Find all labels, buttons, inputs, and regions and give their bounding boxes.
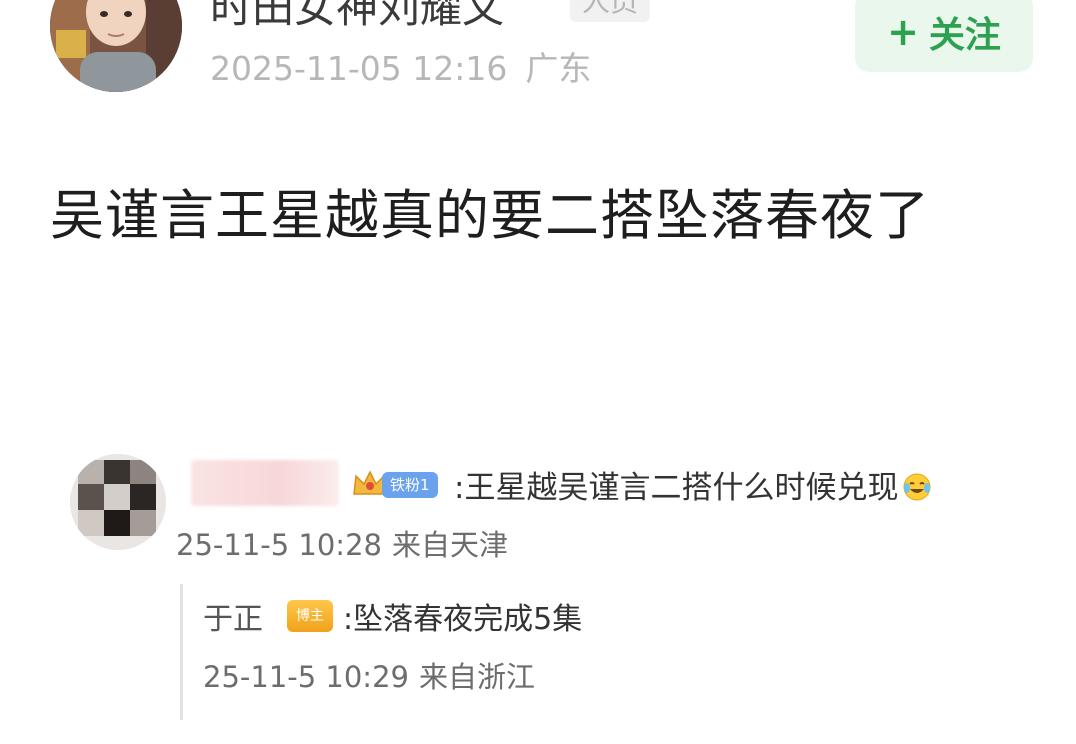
reply-timestamp: 25-11-5 10:29 (203, 660, 409, 694)
post-text: 吴谨言王星越真的要二搭坠落春夜了 (50, 184, 930, 247)
comment-text-content: :王星越吴谨言二搭什么时候兑现 (454, 470, 899, 506)
reply-meta: 25-11-5 10:29 来自浙江 (203, 654, 535, 696)
embedded-comment-screenshot: 铁粉1 :王星越吴谨言二搭什么时候兑现 25-11-5 10:28 来自天津 于正… (66, 434, 1026, 744)
verified-badge: 人员 (570, 0, 651, 22)
author-badge: 博主 (287, 600, 333, 632)
reply-author-name: 于正 (203, 602, 263, 637)
commenter-avatar (70, 454, 166, 550)
fan-level-badge: 铁粉1 (382, 472, 438, 498)
reply-block: 于正 博主 :坠落春夜完成5集 25-11-5 10:29 来自浙江 (180, 584, 1003, 720)
post-timestamp: 2025-11-05 12:16 (210, 49, 508, 88)
commenter-name-blurred (191, 460, 339, 506)
reply-location: 来自浙江 (418, 660, 535, 694)
post-header: 时田女神刘耀文 人员 2025-11-05 12:16 广东 + 关注 (0, 0, 1076, 110)
author-avatar[interactable] (50, 0, 182, 92)
author-name[interactable]: 时田女神刘耀文 (210, 0, 504, 35)
follow-button[interactable]: + 关注 (855, 0, 1033, 72)
comment-meta: 25-11-5 10:28 来自天津 (176, 522, 508, 564)
plus-icon: + (887, 10, 919, 54)
post-location: 广东 (525, 49, 592, 88)
comment-timestamp: 25-11-5 10:28 (176, 528, 382, 562)
mosaic-avatar-icon (70, 454, 166, 550)
avatar-photo (50, 0, 182, 92)
post-meta: 2025-11-05 12:16 广东 (210, 42, 591, 90)
reply-text: :坠落春夜完成5集 (343, 602, 583, 637)
comment-text: :王星越吴谨言二搭什么时候兑现 (454, 462, 932, 507)
laugh-cry-emoji-icon (902, 472, 932, 502)
comment-location: 来自天津 (391, 528, 508, 562)
follow-label: 关注 (928, 15, 1001, 56)
